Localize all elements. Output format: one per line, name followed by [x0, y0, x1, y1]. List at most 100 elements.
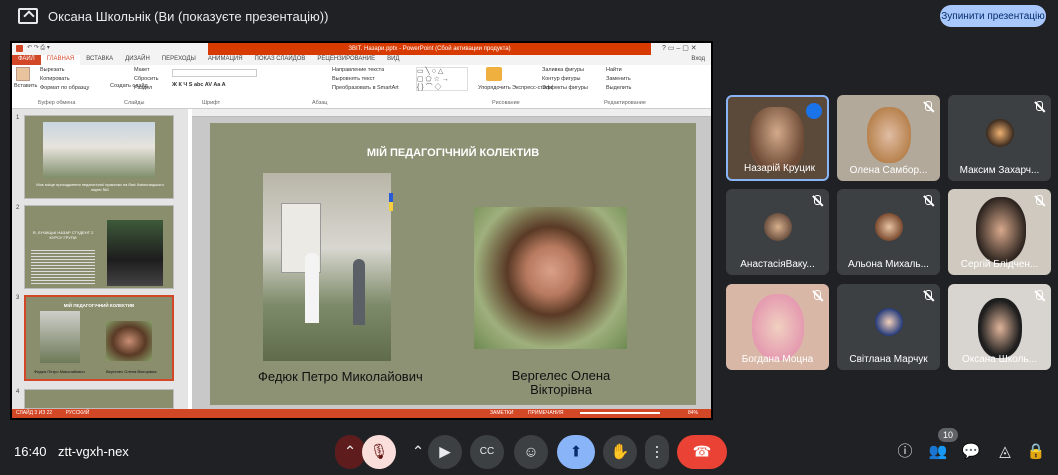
participant-name: Сергій Блідчен...	[960, 259, 1039, 270]
tab-slideshow[interactable]: ПОКАЗ СЛАЙДОВ	[249, 55, 312, 65]
text-direction-button[interactable]: Направление текста	[332, 67, 384, 73]
meeting-code[interactable]: ztt-vgxh-nex	[58, 444, 129, 459]
mic-off-icon: 🎙	[369, 443, 389, 461]
font-style-buttons[interactable]: Ж К Ч S abc AV Aa A	[172, 82, 226, 88]
participant-tile[interactable]: Олена Самбор...	[837, 95, 940, 181]
participant-tile[interactable]: Богдана Моцна	[726, 284, 829, 370]
tab-review[interactable]: РЕЦЕНЗИРОВАНИЕ	[311, 55, 381, 65]
mic-off-icon	[811, 290, 823, 302]
tab-view[interactable]: ВИД	[381, 55, 405, 65]
tab-transitions[interactable]: ПЕРЕХОДЫ	[156, 55, 202, 65]
avatar	[764, 213, 792, 241]
participant-name: Назарій Круцик	[744, 163, 815, 174]
tab-insert[interactable]: ВСТАВКА	[80, 55, 119, 65]
activities-icon[interactable]: ◬	[993, 440, 1017, 464]
font-name-box[interactable]	[172, 69, 257, 77]
copy-button[interactable]: Копировать	[40, 76, 70, 82]
notes-button[interactable]: ЗАМЕТКИ	[490, 409, 513, 418]
format-painter-button[interactable]: Формат по образцу	[40, 85, 89, 91]
participant-tile[interactable]: Світлана Марчук	[837, 284, 940, 370]
participant-video	[978, 298, 1022, 358]
tab-design[interactable]: ДИЗАЙН	[119, 55, 156, 65]
thumb-caption-right: Вергелес Олена Вікторівна	[106, 369, 157, 374]
mic-off-icon	[922, 101, 934, 113]
replace-button[interactable]: Заменить	[606, 76, 631, 82]
participant-tile[interactable]: Альона Михаль...	[837, 189, 940, 275]
people-icon[interactable]: 👥	[926, 440, 950, 464]
shape-outline-button[interactable]: Контур фигуры	[542, 76, 580, 82]
captions-button[interactable]: CC	[470, 435, 504, 469]
photo-fediuk	[263, 173, 393, 361]
participant-name: АнастасіяВаку...	[740, 259, 815, 270]
paste-button[interactable]: Вставить	[14, 83, 37, 89]
drawing-group-label: Рисование	[492, 100, 520, 106]
align-text-button[interactable]: Выровнять текст	[332, 76, 375, 82]
thumb-portrait-image	[107, 220, 163, 286]
shapes-gallery[interactable]: ▭ ╲ ○ △ ▢ ⬠ ☆ →{ } ⌒ ◇	[416, 67, 468, 91]
shape-fill-button[interactable]: Заливка фигуры	[542, 67, 584, 73]
window-controls[interactable]: ? ▭ – ▢ ✕	[662, 44, 697, 52]
slide-title: МІЙ ПЕДАГОГІЧНИЙ КОЛЕКТИВ	[366, 147, 540, 159]
leave-call-button[interactable]: ☎	[677, 435, 727, 469]
present-screen-icon: ⬆	[569, 443, 583, 461]
participant-video	[867, 107, 911, 163]
more-options-button[interactable]: ⋮	[645, 435, 669, 469]
chevron-up-icon: ⌃	[411, 443, 425, 461]
participant-tile[interactable]: Сергій Блідчен...	[948, 189, 1051, 275]
zoom-level[interactable]: 84%	[688, 409, 698, 418]
host-controls-icon[interactable]: 🔒	[1024, 440, 1048, 464]
smartart-button[interactable]: Преобразовать в SmartArt	[332, 85, 399, 91]
mic-off-icon	[1033, 290, 1045, 302]
thumb-building-image	[43, 122, 155, 178]
mic-off-icon	[1033, 101, 1045, 113]
participant-tile[interactable]: Назарій Круцик	[726, 95, 829, 181]
participant-tile[interactable]: АнастасіяВаку...	[726, 189, 829, 275]
emoji-icon: ☺	[523, 443, 539, 461]
thumb-caption: Моє місце проходження педагогічної практ…	[36, 182, 164, 192]
participant-tile[interactable]: Максим Захарч...	[948, 95, 1051, 181]
participant-video	[752, 294, 804, 360]
quick-access-icons[interactable]: ↶ ↷ ⎙ ▾	[27, 44, 50, 52]
current-slide[interactable]: МІЙ ПЕДАГОГІЧНИЙ КОЛЕКТИВ Федюк Петро Ми…	[210, 123, 696, 405]
shape-effects-button[interactable]: Эффекты фигуры	[542, 85, 588, 91]
thumb-title: МІЙ ПЕДАГОГІЧНИЙ КОЛЕКТИВ	[63, 303, 135, 308]
slide-thumbnail-2[interactable]: Я, ЛУЧИЦЬК НАЗАР СТУДЕНТ 2 КУРСУ ГРУПИ	[24, 205, 174, 289]
tab-home[interactable]: ГЛАВНАЯ	[40, 55, 81, 65]
microphone-toggle-button[interactable]: 🎙	[362, 435, 396, 469]
current-time: 16:40	[14, 444, 47, 459]
ppt-status-bar: СЛАЙД 3 ИЗ 22 РУССКИЙ ЗАМЕТКИ ПРИМЕЧАНИЯ…	[12, 409, 711, 418]
info-icon[interactable]: ⓘ	[893, 440, 917, 464]
reset-button[interactable]: Сбросить	[134, 76, 158, 82]
sign-in-link[interactable]: Вход	[685, 55, 711, 65]
slide-thumbnail-1[interactable]: Моє місце проходження педагогічної практ…	[24, 115, 174, 199]
participant-name: Олена Самбор...	[849, 165, 928, 176]
participant-name: Альона Михаль...	[848, 259, 929, 270]
audio-options-button[interactable]: ⌃	[335, 435, 365, 469]
tab-animation[interactable]: АНИМАЦИЯ	[202, 55, 249, 65]
participant-name: Богдана Моцна	[741, 354, 814, 365]
stop-presenting-button[interactable]: Зупинити презентацію	[940, 5, 1046, 27]
arrange-button[interactable]: Упорядочить	[478, 85, 511, 91]
select-button[interactable]: Выделить	[606, 85, 631, 91]
tab-file[interactable]: ФАЙЛ	[12, 55, 41, 65]
raise-hand-button[interactable]: ✋	[603, 435, 637, 469]
find-button[interactable]: Найти	[606, 67, 622, 73]
layout-button[interactable]: Макет	[134, 67, 150, 73]
comments-button[interactable]: ПРИМЕЧАНИЯ	[528, 409, 564, 418]
reactions-button[interactable]: ☺	[514, 435, 548, 469]
zoom-slider[interactable]	[580, 412, 660, 414]
slide-thumbnail-3[interactable]: МІЙ ПЕДАГОГІЧНИЙ КОЛЕКТИВ Федюк Петро Ми…	[24, 295, 174, 381]
flag-icon	[389, 193, 393, 211]
status-language[interactable]: РУССКИЙ	[66, 410, 90, 416]
status-slide-count: СЛАЙД 3 ИЗ 22	[16, 410, 53, 416]
section-button[interactable]: Раздел	[134, 85, 152, 91]
cut-button[interactable]: Вырезать	[40, 67, 64, 73]
shared-screen: ↶ ↷ ⎙ ▾ ЗВІТ. Назари.pptx - PowerPoint (…	[10, 41, 713, 420]
captions-icon: CC	[479, 446, 495, 457]
present-button[interactable]: ⬆	[557, 435, 595, 469]
slide-thumbnail-4[interactable]	[24, 389, 174, 409]
camera-toggle-button[interactable]: ▶	[428, 435, 462, 469]
chat-icon[interactable]: 💬	[959, 440, 983, 464]
slide-number: 1	[16, 115, 20, 121]
participant-tile[interactable]: Оксана Школь...	[948, 284, 1051, 370]
